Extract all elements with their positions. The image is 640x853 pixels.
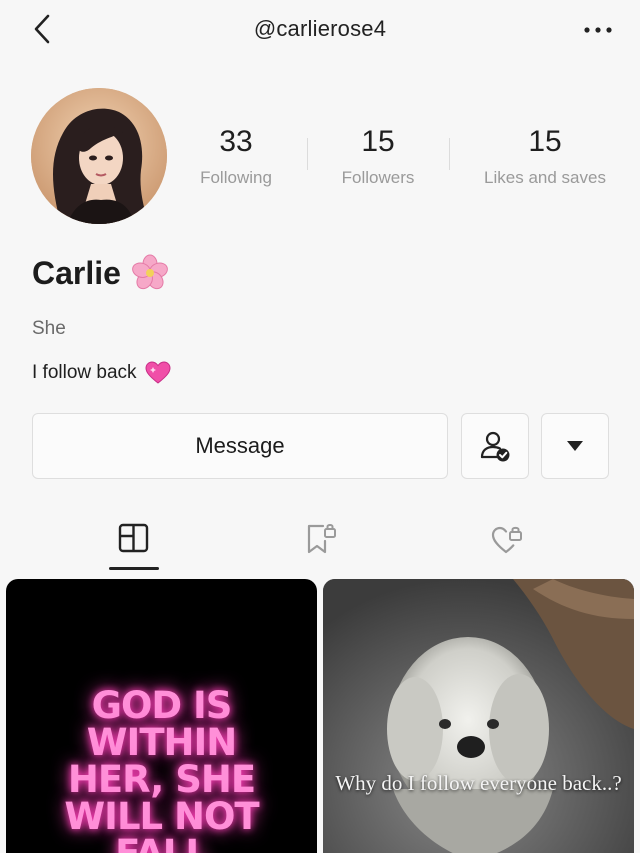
user-check-icon	[480, 431, 510, 462]
stat-following-label: Following	[200, 168, 272, 187]
profile-tabs	[0, 515, 640, 571]
following-status-button[interactable]	[461, 413, 529, 479]
stat-followers[interactable]: 15 Followers	[328, 124, 428, 188]
tab-collections[interactable]	[304, 521, 338, 555]
bio-line-2-text: I follow back	[32, 362, 137, 383]
cherry-blossom-icon	[132, 254, 168, 290]
tab-posts[interactable]	[117, 521, 151, 555]
stat-following-value: 33	[219, 125, 253, 158]
avatar[interactable]	[31, 88, 167, 224]
stat-followers-value: 15	[361, 125, 395, 158]
stat-likes-saves-label: Likes and saves	[484, 168, 606, 187]
message-button[interactable]: Message	[32, 413, 448, 479]
top-bar: @carlierose4	[0, 0, 640, 60]
avatar-image	[31, 88, 167, 224]
post-card[interactable]: GOD IS WITHIN HER, SHE WILL NOT FALL	[6, 579, 317, 853]
post-card[interactable]: Why do I follow everyone back..?	[323, 579, 634, 853]
heart-lock-icon	[491, 526, 522, 554]
stat-likes-saves[interactable]: 15 Likes and saves	[470, 124, 620, 188]
display-name-text: Carlie	[32, 254, 121, 291]
more-options-button[interactable]	[582, 18, 614, 42]
grid-layout-icon	[118, 523, 149, 553]
tab-likes[interactable]	[490, 521, 524, 555]
bookmark-lock-icon	[307, 524, 336, 554]
post-quote-text: GOD IS WITHIN HER, SHE WILL NOT FALL	[64, 684, 259, 853]
display-name: Carlie	[32, 254, 169, 292]
caret-down-icon	[567, 441, 583, 451]
bio-line-2: I follow back	[32, 361, 171, 385]
stat-likes-saves-value: 15	[528, 125, 562, 158]
bio-line-1: She	[32, 318, 66, 339]
post-caption-text: Why do I follow everyone back..?	[335, 771, 622, 795]
stat-following[interactable]: 33 Following	[186, 124, 286, 188]
sparkling-heart-icon	[145, 361, 171, 384]
active-tab-indicator	[109, 567, 159, 570]
profile-dropdown-button[interactable]	[541, 413, 609, 479]
post-dog-image	[323, 579, 634, 853]
stat-divider	[307, 138, 308, 170]
stat-followers-label: Followers	[341, 168, 415, 187]
stat-divider	[449, 138, 450, 170]
more-dots-icon	[584, 27, 612, 33]
profile-username: @carlierose4	[253, 16, 387, 41]
